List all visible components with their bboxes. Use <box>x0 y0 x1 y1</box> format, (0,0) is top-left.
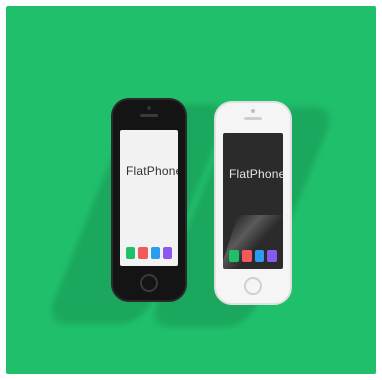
speaker-grille <box>244 117 262 120</box>
camera-icon <box>251 109 255 113</box>
app-icon <box>229 250 239 262</box>
brand-text: FlatPhone <box>126 164 178 178</box>
app-icon <box>267 250 277 262</box>
status-bar <box>126 133 172 137</box>
app-icon <box>126 247 136 259</box>
status-bar <box>229 136 277 140</box>
app-dock <box>229 250 277 262</box>
app-icon <box>150 247 160 259</box>
phone-screen: FlatPhone <box>120 130 178 266</box>
speaker-grille <box>140 114 158 117</box>
green-background: FlatPhone FlatPhone <box>6 6 376 374</box>
home-button <box>140 274 158 292</box>
camera-icon <box>147 106 151 110</box>
white-phone: FlatPhone <box>214 101 292 305</box>
app-icon <box>138 247 148 259</box>
home-button <box>244 277 262 295</box>
black-phone: FlatPhone <box>111 98 187 302</box>
app-icon <box>241 250 252 262</box>
phone-screen: FlatPhone <box>223 133 283 269</box>
app-icon <box>254 250 265 262</box>
app-icon <box>162 247 172 259</box>
app-dock <box>126 247 172 259</box>
brand-text: FlatPhone <box>229 167 283 181</box>
